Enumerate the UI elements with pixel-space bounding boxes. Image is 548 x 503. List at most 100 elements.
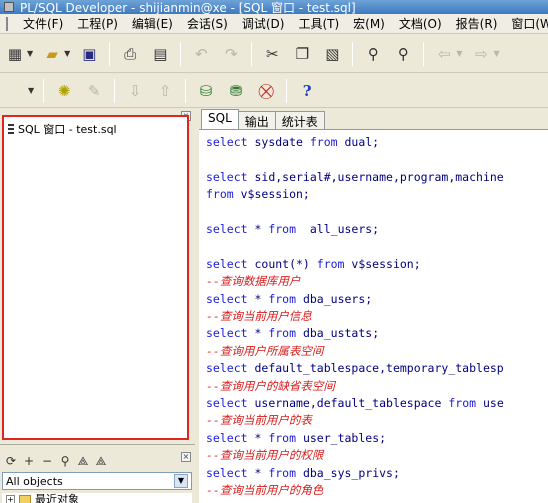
code-line: select default_tablespace,temporary_tabl…: [206, 360, 548, 377]
sql-identifier: count(*): [254, 256, 317, 271]
tab-statistics[interactable]: 统计表: [274, 111, 325, 129]
code-line: select * from dba_sys_privs;: [206, 465, 548, 482]
menu-edit[interactable]: 编辑(E): [125, 15, 180, 32]
menu-session[interactable]: 会话(S): [180, 15, 235, 32]
back-icon[interactable]: ⇦: [432, 42, 456, 66]
open-icon[interactable]: ▰: [40, 42, 64, 66]
window-list-item[interactable]: SQL 窗口 - test.sql: [4, 117, 187, 137]
toolbar-separator: [286, 78, 288, 103]
tab-sql[interactable]: SQL: [201, 109, 239, 129]
menu-debug[interactable]: 调试(D): [235, 15, 292, 32]
paste-icon[interactable]: ▧: [320, 42, 344, 66]
find-next-icon[interactable]: ⚲: [391, 42, 415, 66]
undo-icon[interactable]: ↶: [189, 42, 213, 66]
window-list-item-label: SQL 窗口 - test.sql: [18, 123, 117, 136]
menu-window[interactable]: 窗口(W): [504, 15, 548, 32]
new-icon[interactable]: ▦: [3, 42, 27, 66]
back-dropdown-icon[interactable]: ▼: [456, 49, 462, 58]
forward-dropdown-icon[interactable]: ▼: [493, 49, 499, 58]
sql-comment: --查询数据库用户: [206, 274, 301, 289]
sql-identifier: user_tables;: [302, 430, 387, 445]
help-icon[interactable]: ?: [295, 79, 319, 103]
menu-tools[interactable]: 工具(T): [291, 15, 346, 32]
menu-bar: 文件(F) 工程(P) 编辑(E) 会话(S) 调试(D) 工具(T) 宏(M)…: [0, 14, 548, 34]
objects-panel-close-icon[interactable]: ×: [181, 452, 191, 462]
add-icon[interactable]: +: [21, 453, 37, 469]
toolbar-dropdown-icon[interactable]: ▼: [28, 86, 34, 95]
import-disabled-icon[interactable]: ⇩: [123, 79, 147, 103]
sql-comment: --查询当前用户的角色: [206, 483, 324, 498]
tree-item-label[interactable]: 最近对象: [35, 493, 79, 503]
redo-icon[interactable]: ↷: [219, 42, 243, 66]
menu-macro[interactable]: 宏(M): [346, 15, 392, 32]
filter-edit-icon[interactable]: ⟁: [93, 453, 109, 469]
chevron-down-icon[interactable]: ▼: [174, 474, 188, 488]
sql-keyword: from: [448, 396, 483, 411]
sql-identifier: dba_ustats;: [302, 326, 380, 341]
copy-icon[interactable]: ❐: [290, 42, 314, 66]
code-comment-line: --查询当前用户的权限: [206, 447, 548, 464]
sql-keyword: from: [309, 135, 345, 149]
export-disabled-icon[interactable]: ⇧: [153, 79, 177, 103]
menu-file[interactable]: 文件(F): [16, 15, 70, 32]
sql-identifier: *: [254, 326, 269, 341]
print-setup-icon[interactable]: ▤: [148, 42, 172, 66]
find-object-icon[interactable]: ⚲: [57, 453, 73, 469]
menu-documents[interactable]: 文档(O): [392, 15, 449, 32]
save-icon[interactable]: ▣: [77, 42, 101, 66]
refresh-icon[interactable]: ⟳: [3, 453, 19, 469]
sql-keyword: select: [206, 291, 255, 306]
sql-keyword: select: [206, 430, 255, 445]
window-list: SQL 窗口 - test.sql: [2, 115, 189, 440]
filter-icon[interactable]: ⟁: [75, 453, 91, 469]
find-icon[interactable]: ⚲: [361, 42, 385, 66]
sql-window-icon[interactable]: ⛁: [194, 79, 218, 103]
panel-splitter[interactable]: [0, 444, 195, 450]
menu-project[interactable]: 工程(P): [70, 15, 125, 32]
main-toolbar: ▦ ▼ ▰ ▼ ▣ ⎙ ▤ ↶ ↷ ✂ ❐ ▧ ⚲ ⚲ ⇦ ▼ ⇨ ▼: [0, 35, 548, 73]
sql-identifier: use: [482, 396, 504, 411]
sql-identifier: all_users;: [309, 222, 380, 236]
sql-identifier: username,default_tablespace: [254, 396, 449, 411]
code-line: select * from dba_ustats;: [206, 325, 548, 342]
object-filter-select[interactable]: All objects ▼: [2, 472, 192, 490]
sql-keyword: select: [206, 222, 255, 236]
new-dropdown-icon[interactable]: ▼: [27, 49, 33, 58]
menu-reports[interactable]: 报告(R): [449, 15, 505, 32]
code-line: select sid,serial#,username,program,mach…: [206, 169, 548, 186]
object-browser-toolbar: ⟳ + − ⚲ ⟁ ⟁: [2, 453, 110, 469]
app-window: PL/SQL Developer - shijianmin@xe - [SQL …: [0, 0, 548, 503]
sql-keyword: select: [206, 361, 255, 376]
code-comment-line: --查询当前用户的表: [206, 412, 548, 429]
sql-identifier: v$session;: [351, 256, 421, 271]
forward-icon[interactable]: ⇨: [469, 42, 493, 66]
sql-keyword: from: [268, 222, 310, 236]
remove-icon[interactable]: −: [39, 453, 55, 469]
code-line: select count(*) from v$session;: [206, 256, 548, 273]
folder-icon: [19, 494, 31, 503]
compile-icon[interactable]: ✺: [52, 79, 76, 103]
open-dropdown-icon[interactable]: ▼: [64, 49, 70, 58]
code-line: select * from all_users;: [206, 221, 548, 238]
sql-code[interactable]: select sysdate from dual; select sid,seri…: [199, 130, 548, 499]
sql-tables-icon[interactable]: ⛃: [224, 79, 248, 103]
sql-keyword: select: [206, 396, 255, 411]
sql-keyword: from: [206, 187, 241, 202]
debug-disabled-icon[interactable]: ✎: [82, 79, 106, 103]
tab-output[interactable]: 输出: [237, 111, 276, 129]
expand-icon[interactable]: +: [6, 494, 15, 503]
sql-keyword: from: [268, 465, 303, 480]
sql-identifier: default_tablespace,temporary_tablesp: [254, 361, 504, 376]
remove-db-icon[interactable]: ⛒: [254, 79, 278, 103]
cut-icon[interactable]: ✂: [260, 42, 284, 66]
print-icon[interactable]: ⎙: [118, 42, 142, 66]
sql-identifier: sysdate: [254, 135, 310, 149]
toolbar-separator: [352, 41, 354, 66]
code-line: select sysdate from dual;: [206, 134, 548, 151]
sql-identifier: dba_sys_privs;: [302, 465, 400, 480]
sql-keyword: select: [206, 135, 255, 149]
system-menu-icon[interactable]: [6, 16, 8, 31]
sql-document-icon: [8, 124, 14, 134]
sql-code-area[interactable]: select sysdate from dual; select sid,seri…: [199, 129, 548, 503]
